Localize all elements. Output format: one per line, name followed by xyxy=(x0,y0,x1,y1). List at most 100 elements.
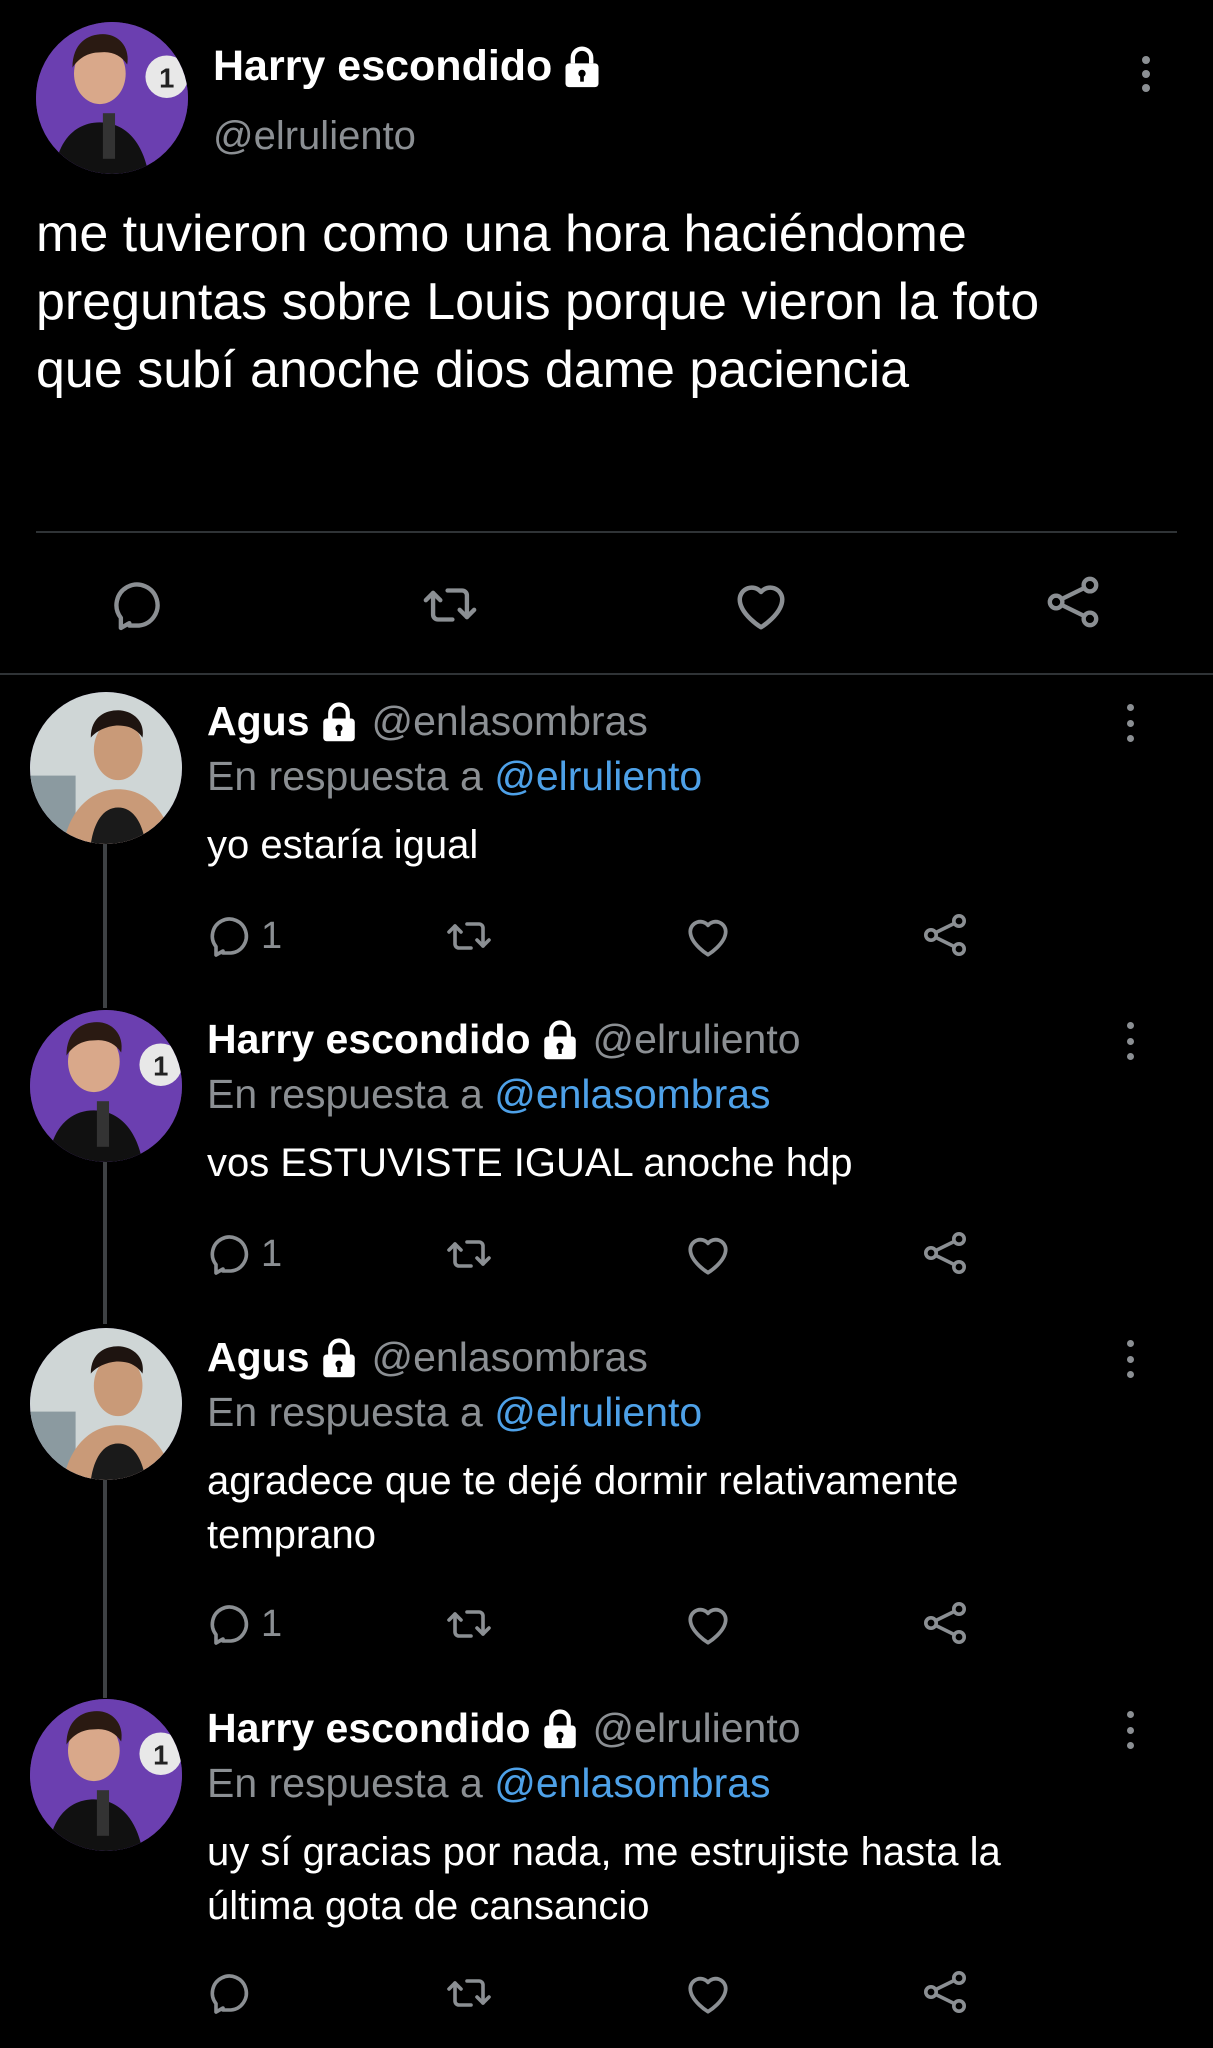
retweet-button[interactable] xyxy=(442,1969,496,2017)
share-icon xyxy=(921,910,969,960)
share-icon xyxy=(921,1228,969,1278)
reply-button[interactable] xyxy=(207,1969,261,2017)
like-button[interactable] xyxy=(731,576,791,636)
share-button[interactable] xyxy=(1044,572,1102,632)
agus-avatar-icon xyxy=(30,692,182,844)
tweet-text: me tuvieron como una hora haciéndome pre… xyxy=(36,200,1186,404)
retweet-icon xyxy=(442,1969,496,2017)
handle[interactable]: @enlasombras xyxy=(372,1334,648,1381)
tweet-text-line: agradece que te dejé dormir relativament… xyxy=(207,1459,959,1503)
handle[interactable]: @elruliento xyxy=(213,114,416,159)
lock-icon xyxy=(318,701,360,743)
more-options-icon[interactable] xyxy=(1122,1340,1138,1378)
reply-icon xyxy=(207,1969,255,2017)
share-button[interactable] xyxy=(921,1228,969,1278)
main-tweet: Harry escondido @elruliento me tuvieron … xyxy=(0,0,1213,672)
like-button[interactable] xyxy=(683,1230,733,1280)
handle[interactable]: @elruliento xyxy=(593,1705,801,1752)
mention-link[interactable]: @elruliento xyxy=(494,753,702,799)
retweet-icon xyxy=(442,912,496,960)
tweet-text-line: uy sí gracias por nada, me estrujiste ha… xyxy=(207,1830,1001,1874)
lock-icon xyxy=(539,1708,581,1750)
retweet-button[interactable] xyxy=(442,912,496,960)
like-icon xyxy=(683,1230,733,1280)
reply-tweet[interactable]: Agus @enlasombras En respuesta a @elruli… xyxy=(0,692,1213,992)
reply-button[interactable]: 1 xyxy=(207,1230,282,1278)
display-name[interactable]: Harry escondido xyxy=(213,42,552,91)
share-button[interactable] xyxy=(921,910,969,960)
share-button[interactable] xyxy=(921,1967,969,2017)
mention-link[interactable]: @enlasombras xyxy=(494,1760,770,1806)
reply-tweet[interactable]: Harry escondido @elruliento En respuesta… xyxy=(0,1699,1213,2048)
reply-to-label: En respuesta a xyxy=(207,1071,483,1117)
display-name[interactable]: Harry escondido xyxy=(207,1016,531,1063)
tweet-text-line: me tuvieron como una hora haciéndome xyxy=(36,205,967,263)
reply-button[interactable]: 1 xyxy=(207,912,282,960)
mention-link[interactable]: @enlasombras xyxy=(494,1071,770,1117)
retweet-button[interactable] xyxy=(418,576,482,634)
more-options-icon[interactable] xyxy=(1122,704,1138,742)
reply-icon xyxy=(207,912,255,960)
lock-icon xyxy=(560,45,604,89)
display-name[interactable]: Agus xyxy=(207,698,310,745)
reply-count: 1 xyxy=(261,914,283,957)
tweet-text-line: vos ESTUVISTE IGUAL anoche hdp xyxy=(207,1141,853,1185)
display-name[interactable]: Agus xyxy=(207,1334,310,1381)
reply-button[interactable] xyxy=(110,576,168,634)
avatar[interactable] xyxy=(30,1699,182,1851)
like-icon xyxy=(683,912,733,962)
author-name-row: Harry escondido xyxy=(213,42,604,91)
reply-icon xyxy=(207,1230,255,1278)
section-divider xyxy=(0,673,1213,675)
tweet-text: agradece que te dejé dormir relativament… xyxy=(207,1454,1157,1562)
retweet-button[interactable] xyxy=(442,1600,496,1648)
reply-to-line: En respuesta a @enlasombras xyxy=(207,1760,771,1807)
tweet-text: vos ESTUVISTE IGUAL anoche hdp xyxy=(207,1136,1157,1190)
agus-avatar-icon xyxy=(30,1328,182,1480)
more-options-icon[interactable] xyxy=(1122,1022,1138,1060)
lock-icon xyxy=(318,1337,360,1379)
reply-to-line: En respuesta a @elruliento xyxy=(207,753,702,800)
avatar[interactable] xyxy=(30,692,182,844)
author-name-row: Agus @enlasombras xyxy=(207,1334,648,1381)
harry-avatar-icon xyxy=(36,22,188,174)
reply-to-label: En respuesta a xyxy=(207,1389,483,1435)
avatar[interactable] xyxy=(30,1328,182,1480)
more-options-icon[interactable] xyxy=(1122,1711,1138,1749)
tweet-text-line: que subí anoche dios dame paciencia xyxy=(36,341,910,399)
share-button[interactable] xyxy=(921,1598,969,1648)
share-icon xyxy=(921,1598,969,1648)
retweet-icon xyxy=(442,1600,496,1648)
retweet-icon xyxy=(442,1230,496,1278)
reply-tweet[interactable]: Harry escondido @elruliento En respuesta… xyxy=(0,1010,1213,1310)
harry-avatar-icon xyxy=(30,1699,182,1851)
tweet-text-line: preguntas sobre Louis porque vieron la f… xyxy=(36,273,1040,331)
divider xyxy=(36,531,1177,533)
reply-tweet[interactable]: Agus @enlasombras En respuesta a @elruli… xyxy=(0,1328,1213,1678)
reply-button[interactable]: 1 xyxy=(207,1600,282,1648)
reply-to-label: En respuesta a xyxy=(207,753,483,799)
author-name-row: Agus @enlasombras xyxy=(207,698,648,745)
reply-to-label: En respuesta a xyxy=(207,1760,483,1806)
display-name[interactable]: Harry escondido xyxy=(207,1705,531,1752)
handle[interactable]: @elruliento xyxy=(593,1016,801,1063)
share-icon xyxy=(921,1967,969,2017)
tweet-text-line: yo estaría igual xyxy=(207,823,479,867)
retweet-button[interactable] xyxy=(442,1230,496,1278)
retweet-icon xyxy=(418,576,482,634)
like-icon xyxy=(683,1969,733,2019)
lock-icon xyxy=(539,1019,581,1061)
harry-avatar-icon xyxy=(30,1010,182,1162)
mention-link[interactable]: @elruliento xyxy=(494,1389,702,1435)
reply-icon xyxy=(110,576,168,634)
handle[interactable]: @enlasombras xyxy=(372,698,648,745)
reply-icon xyxy=(207,1600,255,1648)
avatar[interactable] xyxy=(36,22,188,174)
like-button[interactable] xyxy=(683,912,733,962)
more-options-icon[interactable] xyxy=(1138,56,1154,92)
like-button[interactable] xyxy=(683,1600,733,1650)
reply-to-line: En respuesta a @elruliento xyxy=(207,1389,702,1436)
like-button[interactable] xyxy=(683,1969,733,2019)
tweet-text-line: última gota de cansancio xyxy=(207,1884,650,1928)
avatar[interactable] xyxy=(30,1010,182,1162)
